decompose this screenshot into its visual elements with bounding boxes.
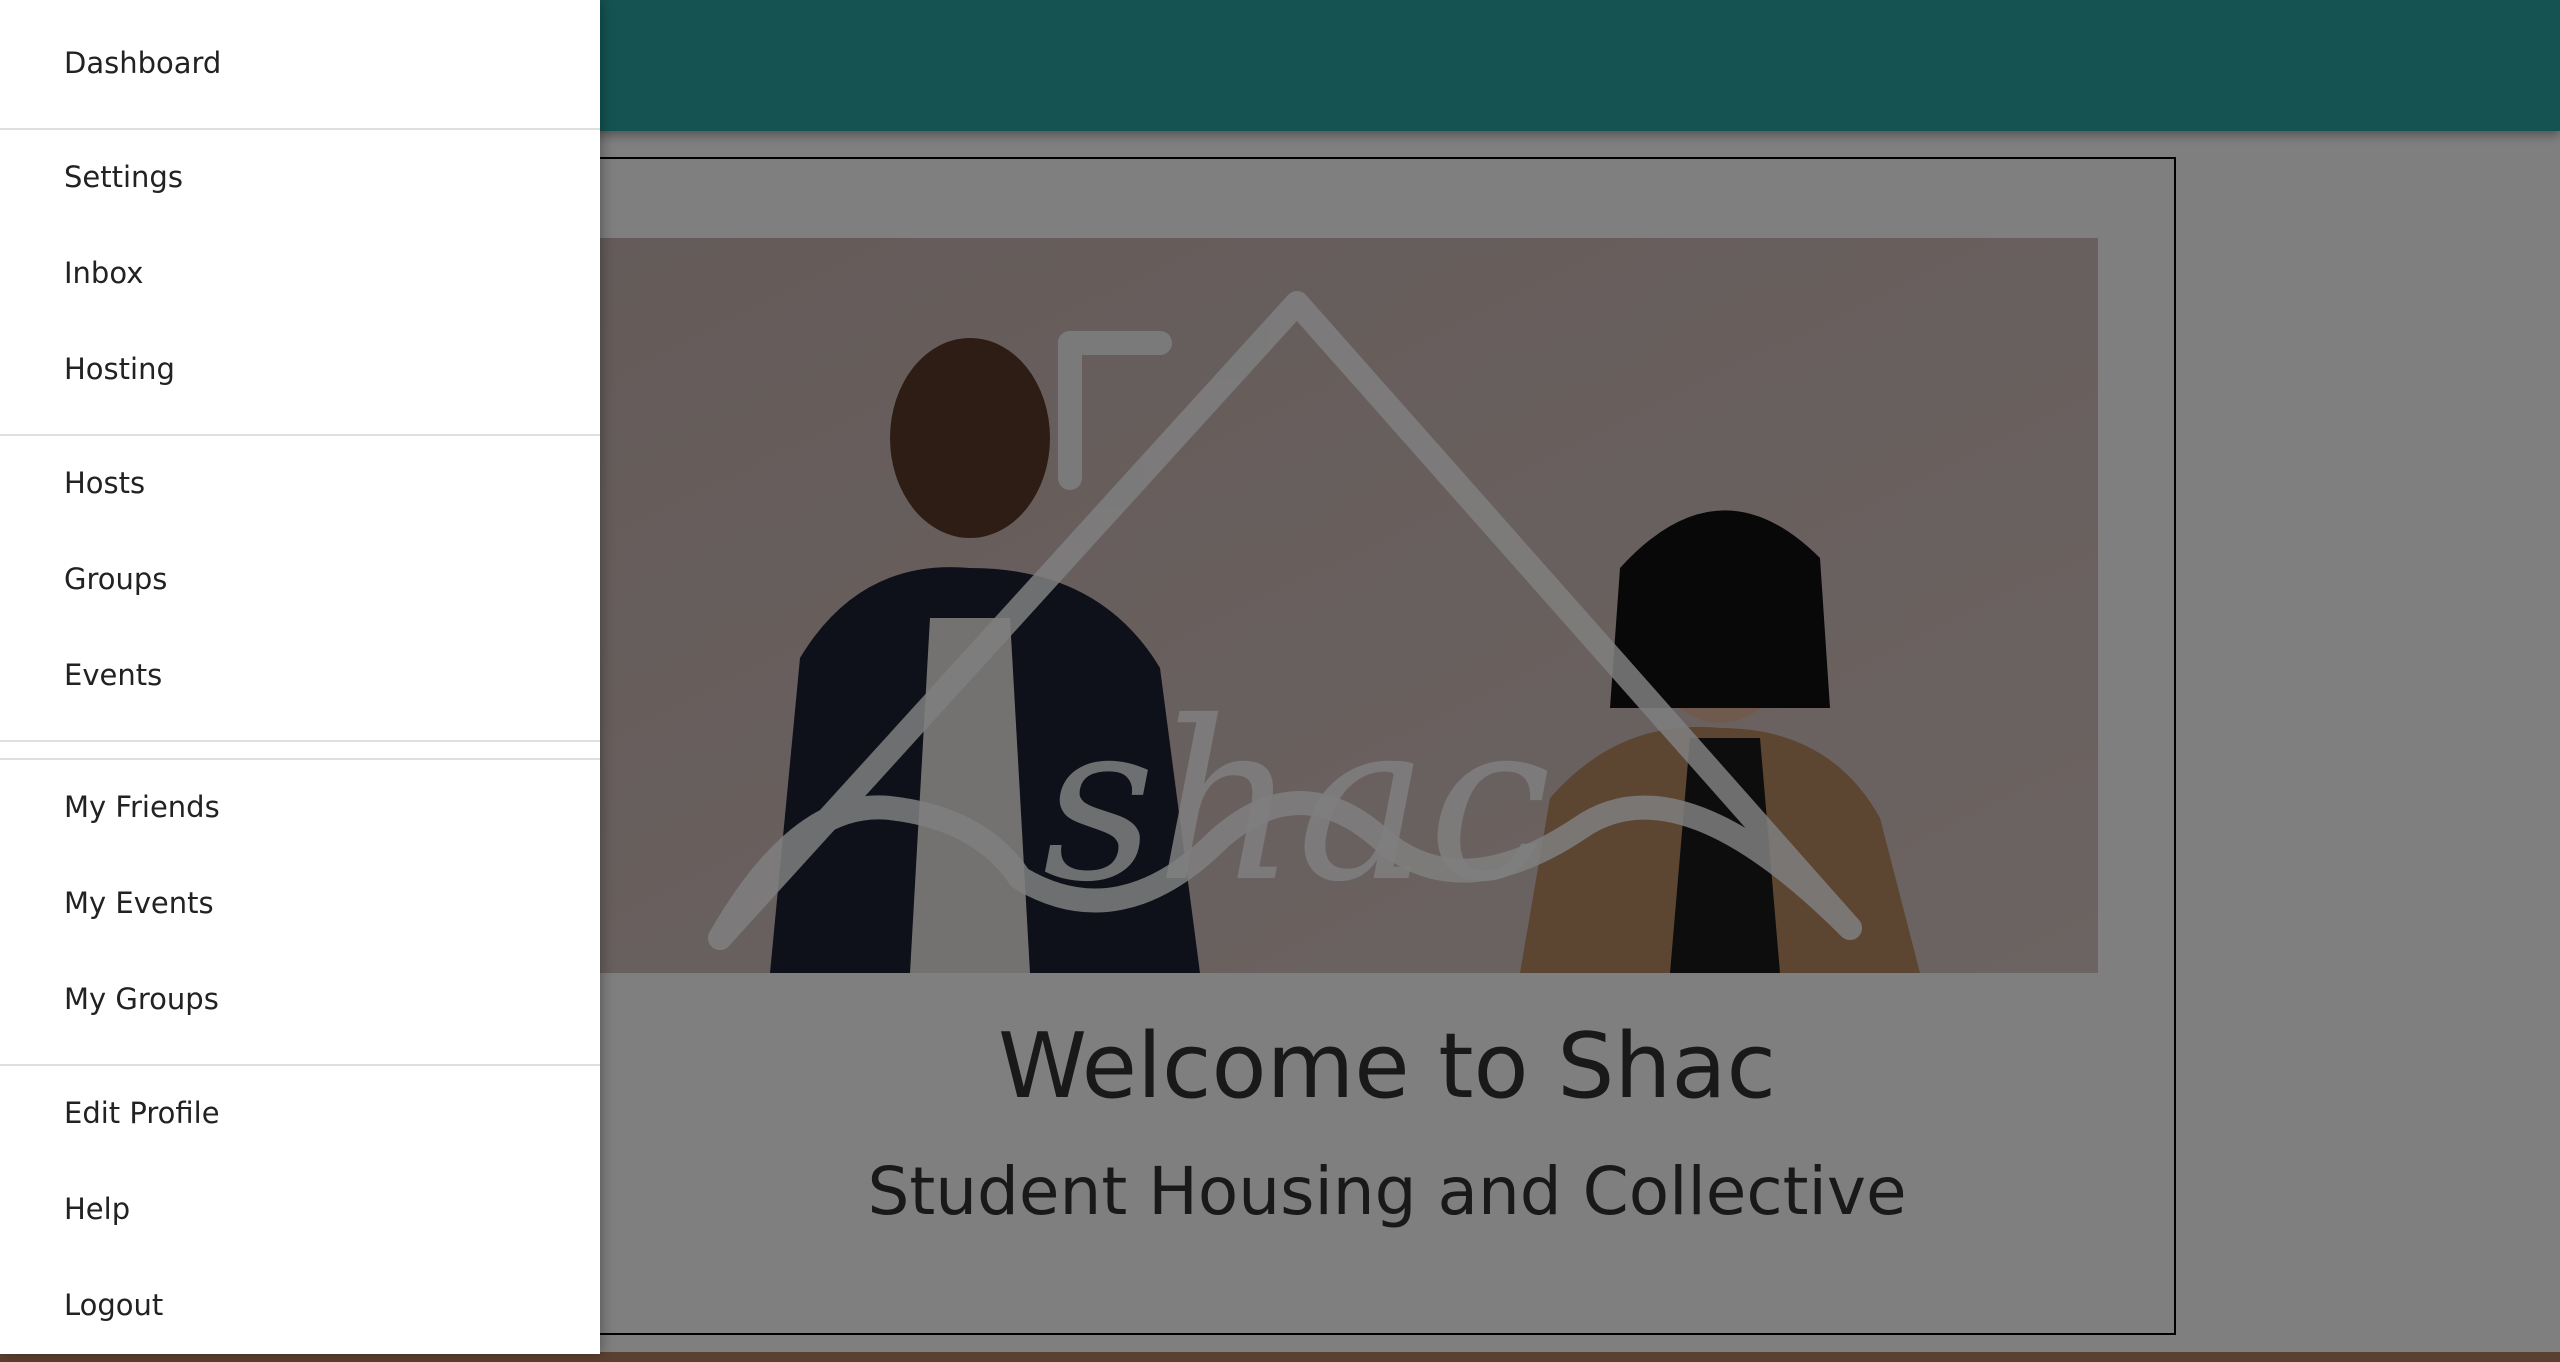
menu-item-hosting[interactable]: Hosting xyxy=(0,321,600,417)
menu-item-my-events[interactable]: My Events xyxy=(0,855,600,951)
menu-item-inbox[interactable]: Inbox xyxy=(0,225,600,321)
menu-item-my-groups[interactable]: My Groups xyxy=(0,951,600,1047)
menu-item-dashboard[interactable]: Dashboard xyxy=(0,15,600,111)
menu-item-settings[interactable]: Settings xyxy=(0,129,600,225)
menu-item-edit-profile[interactable]: Edit Profile xyxy=(0,1065,600,1161)
menu-item-hosts[interactable]: Hosts xyxy=(0,435,600,531)
menu-divider xyxy=(0,740,600,742)
navigation-drawer: Dashboard Settings Inbox Hosting Hosts G… xyxy=(0,0,600,1354)
menu-item-groups[interactable]: Groups xyxy=(0,531,600,627)
menu-item-my-friends[interactable]: My Friends xyxy=(0,759,600,855)
menu-item-events[interactable]: Events xyxy=(0,627,600,723)
menu-item-help[interactable]: Help xyxy=(0,1161,600,1257)
screen: shac Welcome to Shac Student Housing and… xyxy=(0,0,2560,1362)
menu-item-logout[interactable]: Logout xyxy=(0,1257,600,1353)
